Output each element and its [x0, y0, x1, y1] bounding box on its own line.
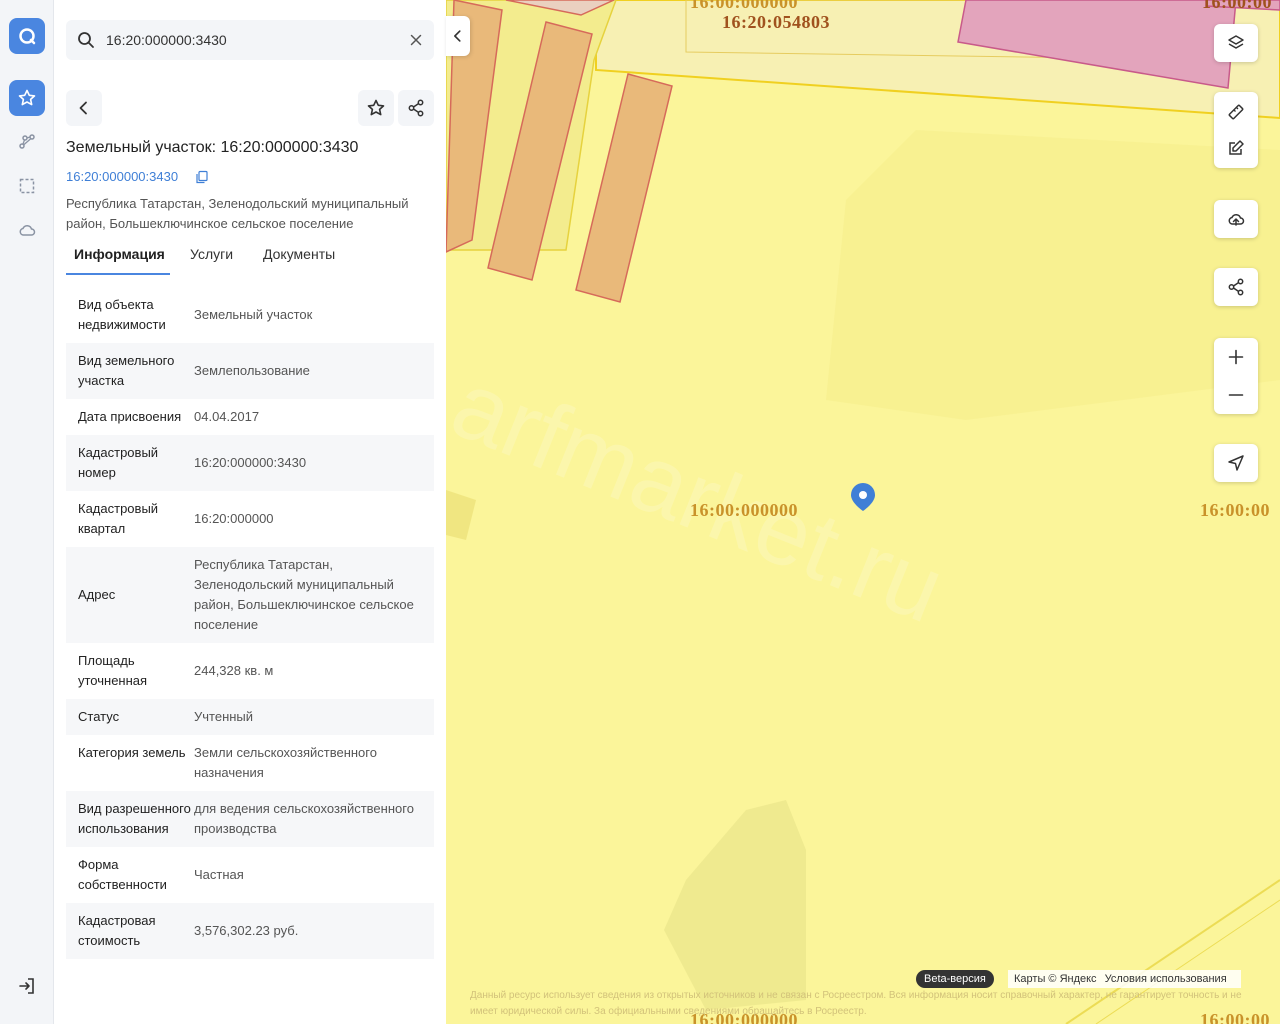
- info-value: Земельный участок: [194, 307, 313, 322]
- map-attribution: Карты © Яндекс Условия использования: [1008, 970, 1241, 988]
- info-value: 16:20:000000:3430: [194, 455, 307, 470]
- disclaimer-text: Данный ресурс использует сведения из отк…: [470, 990, 1242, 1017]
- info-row: Форма собственности Частная: [66, 847, 434, 903]
- star-icon: [18, 89, 36, 106]
- info-row: Площадь уточненная 244,328 кв. м: [66, 643, 434, 699]
- info-table: Вид объекта недвижимости Земельный участо…: [66, 287, 434, 1003]
- info-row: Вид земельного участка Землепользование: [66, 343, 434, 399]
- info-key: Площадь уточненная: [78, 653, 148, 688]
- info-value: 16:20:000000: [194, 511, 274, 526]
- search-bar: [66, 20, 434, 60]
- info-value: 3,576,302.23 руб.: [194, 923, 299, 938]
- info-row: Кадастровый квартал 16:20:000000: [66, 491, 434, 547]
- left-rail: [0, 0, 54, 1024]
- info-value: Землепользование: [194, 363, 310, 378]
- info-key: Вид земельного участка: [78, 353, 175, 388]
- cloud-nav[interactable]: [9, 212, 45, 248]
- info-value: Частная: [194, 867, 244, 882]
- geolocate-button[interactable]: [1214, 444, 1258, 482]
- navigation-arrow-icon: [1228, 455, 1244, 471]
- info-value: Учтенный: [194, 709, 254, 724]
- chevron-left-icon: [79, 101, 87, 115]
- info-value: 04.04.2017: [194, 409, 260, 424]
- info-row: Дата присвоения 04.04.2017: [66, 399, 434, 435]
- layers-button[interactable]: [1214, 24, 1258, 62]
- tab-bar: Информация Услуги Документы: [66, 240, 436, 276]
- info-key: Вид разрешенного использования: [78, 801, 191, 836]
- favorite-button[interactable]: [358, 90, 394, 126]
- yandex-attribution[interactable]: Карты © Яндекс: [1014, 973, 1097, 985]
- info-row: Кадастровая стоимость 3,576,302.23 руб.: [66, 903, 434, 959]
- info-key: Форма собственности: [78, 857, 167, 892]
- info-value: для ведения сельскохозяйственного произв…: [194, 801, 414, 836]
- star-icon: [367, 99, 385, 116]
- ruler-icon[interactable]: [1226, 102, 1246, 122]
- map-label-quarter: 16:00:000000: [690, 500, 798, 520]
- beta-badge: Beta-версия: [916, 970, 994, 988]
- info-key: Статус: [78, 709, 120, 724]
- object-panel: Земельный участок: 16:20:000000:3430 16:…: [54, 0, 446, 1024]
- info-row: Адрес Республика Татарстан, Зеленодольски…: [66, 547, 434, 643]
- chevron-left-icon: [454, 30, 461, 42]
- cadastral-map[interactable]: arfmarket.ru 16:00:000000 16:20:054803 1…: [446, 0, 1280, 1024]
- logo-icon: [19, 28, 36, 45]
- map-label-quarter: 16:20:054803: [722, 12, 830, 32]
- map-share-button[interactable]: [1214, 268, 1258, 306]
- app-logo[interactable]: [9, 18, 45, 54]
- info-row: Вид объекта недвижимости Земельный участо…: [66, 287, 434, 343]
- search-input[interactable]: [106, 30, 396, 50]
- search-icon: [78, 32, 94, 48]
- info-value: 244,328 кв. м: [194, 663, 274, 678]
- map-label-quarter: 16:00:00: [1200, 500, 1270, 520]
- back-button[interactable]: [66, 90, 102, 126]
- info-value: Республика Татарстан, Зеленодольский мун…: [194, 557, 414, 632]
- tab-services[interactable]: Услуги: [190, 246, 233, 262]
- terms-of-use-link[interactable]: Условия использования: [1105, 973, 1227, 985]
- info-key: Кадастровая стоимость: [78, 913, 156, 948]
- upload-button[interactable]: [1214, 200, 1258, 238]
- share-button[interactable]: [398, 90, 434, 126]
- cloud-upload-icon: [1228, 213, 1245, 226]
- info-value: Земли сельскохозяйственного назначения: [194, 745, 377, 780]
- routes-nav[interactable]: [9, 124, 45, 160]
- measure-draw-group: [1214, 92, 1258, 168]
- info-row: Кадастровый номер 16:20:000000:3430: [66, 435, 434, 491]
- layers-icon: [1228, 35, 1244, 49]
- tab-documents[interactable]: Документы: [263, 246, 335, 262]
- info-row: Статус Учтенный: [66, 699, 434, 735]
- page-title: Земельный участок: 16:20:000000:3430: [66, 139, 359, 156]
- selection-nav[interactable]: [9, 168, 45, 204]
- zoom-controls: [1214, 338, 1258, 414]
- active-tab-indicator: [66, 273, 170, 275]
- info-key: Адрес: [78, 587, 116, 602]
- info-key: Дата присвоения: [78, 409, 182, 424]
- info-key: Кадастровый номер: [78, 445, 159, 480]
- cadastral-number-link[interactable]: 16:20:000000:3430: [66, 169, 178, 184]
- edit-icon[interactable]: [1226, 138, 1246, 158]
- logout-icon: [19, 978, 34, 994]
- info-row: Категория земель Земли сельскохозяйственн…: [66, 735, 434, 791]
- info-key: Кадастровый квартал: [78, 501, 159, 536]
- clear-icon[interactable]: [406, 30, 426, 50]
- info-row: Вид разрешенного использования для ведени…: [66, 791, 434, 847]
- collapse-panel-button[interactable]: [446, 16, 470, 56]
- cloud-icon: [19, 224, 36, 236]
- info-key: Категория земель: [78, 745, 186, 760]
- tab-information[interactable]: Информация: [74, 246, 165, 262]
- logout-button[interactable]: [9, 968, 45, 1004]
- zoom-in-icon[interactable]: [1226, 347, 1246, 367]
- dashed-square-icon: [19, 178, 35, 194]
- route-icon: [19, 134, 35, 149]
- object-address: Республика Татарстан, Зеленодольский мун…: [66, 196, 409, 231]
- map-canvas: arfmarket.ru: [446, 0, 1280, 1024]
- share-icon: [408, 99, 424, 117]
- zoom-out-icon[interactable]: [1226, 385, 1246, 405]
- share-icon: [1228, 278, 1244, 296]
- favorites-nav[interactable]: [9, 80, 45, 116]
- map-label-quarter: 16:00:00: [1202, 0, 1272, 12]
- info-key: Вид объекта недвижимости: [78, 297, 166, 332]
- copy-icon[interactable]: [195, 170, 209, 184]
